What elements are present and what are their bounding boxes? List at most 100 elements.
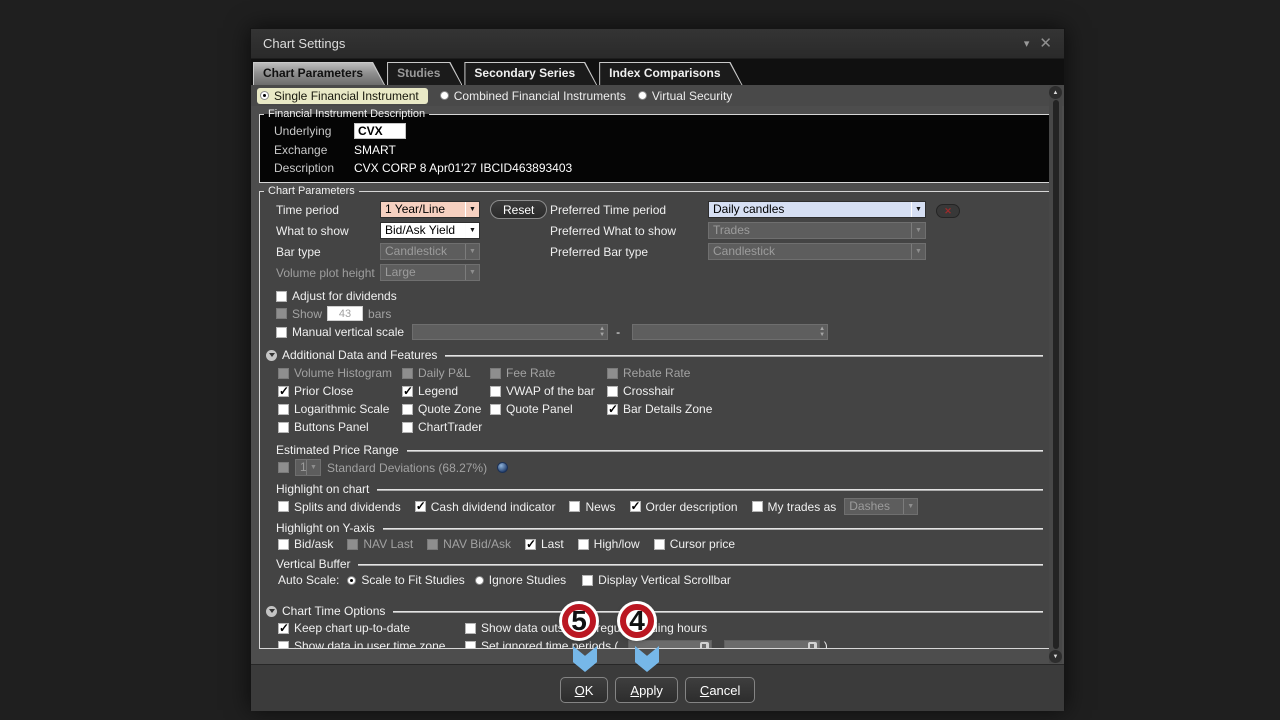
checkbox-keep-chart-up-to-date[interactable]: Keep chart up-to-date xyxy=(278,621,465,635)
collapse-arrow-icon[interactable] xyxy=(266,606,277,617)
checkbox-nav-last: NAV Last xyxy=(347,537,413,551)
apply-button[interactable]: Apply xyxy=(615,677,678,703)
checkbox-icon xyxy=(278,501,289,512)
radio-virtual-security[interactable]: Virtual Security xyxy=(638,89,732,103)
estimated-price-range-header: Estimated Price Range xyxy=(276,443,1045,457)
tab-label: Index Comparisons xyxy=(599,62,742,85)
reset-button[interactable]: Reset xyxy=(490,200,547,219)
titlebar-menu-caret-icon[interactable]: ▾ xyxy=(1024,37,1030,50)
divider xyxy=(407,450,1043,452)
chart-settings-dialog: Chart Settings ▾ ✕ Chart Parameters Stud… xyxy=(250,28,1065,710)
radio-combined-financial-instruments[interactable]: Combined Financial Instruments xyxy=(440,89,626,103)
additional-data-header: Additional Data and Features xyxy=(266,348,1045,362)
checkbox-charttrader[interactable]: ChartTrader xyxy=(402,420,490,434)
checkbox-icon xyxy=(630,501,641,512)
std-deviations-dropdown: 1 xyxy=(295,459,321,476)
checkbox-icon xyxy=(402,404,413,415)
chevron-down-icon xyxy=(911,244,925,259)
radio-scale-to-fit-studies[interactable]: Scale to Fit Studies xyxy=(347,573,464,587)
tab-studies[interactable]: Studies xyxy=(387,62,462,85)
checkbox-icon xyxy=(278,404,289,415)
checkbox-show-data-user-time-zone[interactable]: Show data in user time zone xyxy=(278,639,465,649)
my-trades-style-dropdown: Dashes xyxy=(844,498,918,515)
preferred-time-period-dropdown[interactable]: Daily candles xyxy=(708,201,926,218)
radio-single-financial-instrument[interactable]: Single Financial Instrument xyxy=(257,88,428,104)
section-legend: Chart Parameters xyxy=(264,185,359,197)
checkbox-show-data-outside-rth[interactable]: Show data outside of regular trading hou… xyxy=(465,621,1045,635)
picker-icon[interactable] xyxy=(808,642,817,650)
checkbox-nav-bid-ask: NAV Bid/Ask xyxy=(427,537,511,551)
checkbox-last[interactable]: Last xyxy=(525,537,564,551)
scrollbar-up-icon[interactable] xyxy=(1049,86,1062,99)
highlight-on-yaxis-header: Highlight on Y-axis xyxy=(276,521,1045,535)
checkbox-quote-panel[interactable]: Quote Panel xyxy=(490,402,607,416)
tab-secondary-series[interactable]: Secondary Series xyxy=(464,62,597,85)
radio-label: Virtual Security xyxy=(652,89,732,103)
checkbox-cash-dividend-indicator[interactable]: Cash dividend indicator xyxy=(415,500,556,514)
what-to-show-dropdown[interactable]: Bid/Ask Yield xyxy=(380,222,480,239)
preferred-time-period-label: Preferred Time period xyxy=(550,203,708,217)
divider xyxy=(445,355,1043,357)
ignored-period-start-input[interactable] xyxy=(628,640,712,650)
volume-plot-height-dropdown: Large xyxy=(380,264,480,281)
checkbox-high-low[interactable]: High/low xyxy=(578,537,640,551)
time-period-dropdown[interactable]: 1 Year/Line xyxy=(380,201,480,218)
checkbox-icon xyxy=(278,422,289,433)
scrollbar-down-icon[interactable] xyxy=(1049,650,1062,663)
checkbox-quote-zone[interactable]: Quote Zone xyxy=(402,402,490,416)
checkbox-icon xyxy=(278,386,289,397)
vertical-scrollbar[interactable] xyxy=(1049,86,1062,663)
checkbox-crosshair[interactable]: Crosshair xyxy=(607,384,1045,398)
checkbox-volume-histogram: Volume Histogram xyxy=(278,366,402,380)
checkbox-adjust-for-dividends[interactable]: Adjust for dividends xyxy=(276,289,397,303)
scrollbar-thumb[interactable] xyxy=(1053,100,1059,649)
exchange-label: Exchange xyxy=(274,143,354,157)
checkbox-prior-close[interactable]: Prior Close xyxy=(278,384,402,398)
ok-button[interactable]: OK xyxy=(560,677,609,703)
chart-parameters-section: Chart Parameters Time period 1 Year/Line… xyxy=(259,185,1054,649)
bars-suffix-label: bars xyxy=(368,307,391,321)
checkbox-order-description[interactable]: Order description xyxy=(630,500,738,514)
checkbox-logarithmic-scale[interactable]: Logarithmic Scale xyxy=(278,402,402,416)
tab-index-comparisons[interactable]: Index Comparisons xyxy=(599,62,742,85)
close-icon[interactable]: ✕ xyxy=(1039,36,1052,51)
tab-chart-parameters[interactable]: Chart Parameters xyxy=(253,62,385,85)
checkbox-icon xyxy=(347,539,358,550)
titlebar-icons: ▾ ✕ xyxy=(1024,36,1052,51)
chevron-down-icon xyxy=(465,202,479,217)
underlying-input[interactable] xyxy=(354,123,406,139)
checkbox-icon xyxy=(465,623,476,634)
checkbox-icon xyxy=(578,539,589,550)
picker-icon[interactable] xyxy=(700,642,709,650)
checkbox-legend[interactable]: Legend xyxy=(402,384,490,398)
dialog-titlebar[interactable]: Chart Settings ▾ ✕ xyxy=(251,29,1064,59)
checkbox-icon xyxy=(278,641,289,650)
chevron-down-icon xyxy=(911,202,925,217)
checkbox-splits-and-dividends[interactable]: Splits and dividends xyxy=(278,500,401,514)
vertical-buffer-header: Vertical Buffer xyxy=(276,557,1045,571)
checkbox-manual-vertical-scale[interactable]: Manual vertical scale xyxy=(276,325,404,339)
ignored-period-end-input[interactable] xyxy=(724,640,820,650)
checkbox-buttons-panel[interactable]: Buttons Panel xyxy=(278,420,402,434)
chevron-down-icon xyxy=(903,499,917,514)
checkbox-vwap-of-bar[interactable]: VWAP of the bar xyxy=(490,384,607,398)
checkbox-icon xyxy=(278,539,289,550)
checkbox-my-trades-as[interactable]: My trades as xyxy=(752,500,837,514)
checkbox-icon xyxy=(276,327,287,338)
checkbox-news[interactable]: News xyxy=(569,500,615,514)
remove-preferred-icon[interactable] xyxy=(936,204,960,218)
checkbox-icon xyxy=(278,623,289,634)
radio-ignore-studies[interactable]: Ignore Studies xyxy=(475,573,566,587)
checkbox-icon xyxy=(465,641,476,650)
checkbox-bid-ask[interactable]: Bid/ask xyxy=(278,537,333,551)
checkbox-display-vertical-scrollbar[interactable]: Display Vertical Scrollbar xyxy=(582,573,731,587)
underlying-label: Underlying xyxy=(274,124,354,138)
cancel-button[interactable]: Cancel xyxy=(685,677,755,703)
collapse-arrow-icon[interactable] xyxy=(266,350,277,361)
checkbox-bar-details-zone[interactable]: Bar Details Zone xyxy=(607,402,1045,416)
bar-type-dropdown: Candlestick xyxy=(380,243,480,260)
callout-badge-4: 4 xyxy=(620,604,654,638)
range-separator: - xyxy=(616,325,620,339)
spinner-icons xyxy=(819,326,827,338)
checkbox-cursor-price[interactable]: Cursor price xyxy=(654,537,735,551)
